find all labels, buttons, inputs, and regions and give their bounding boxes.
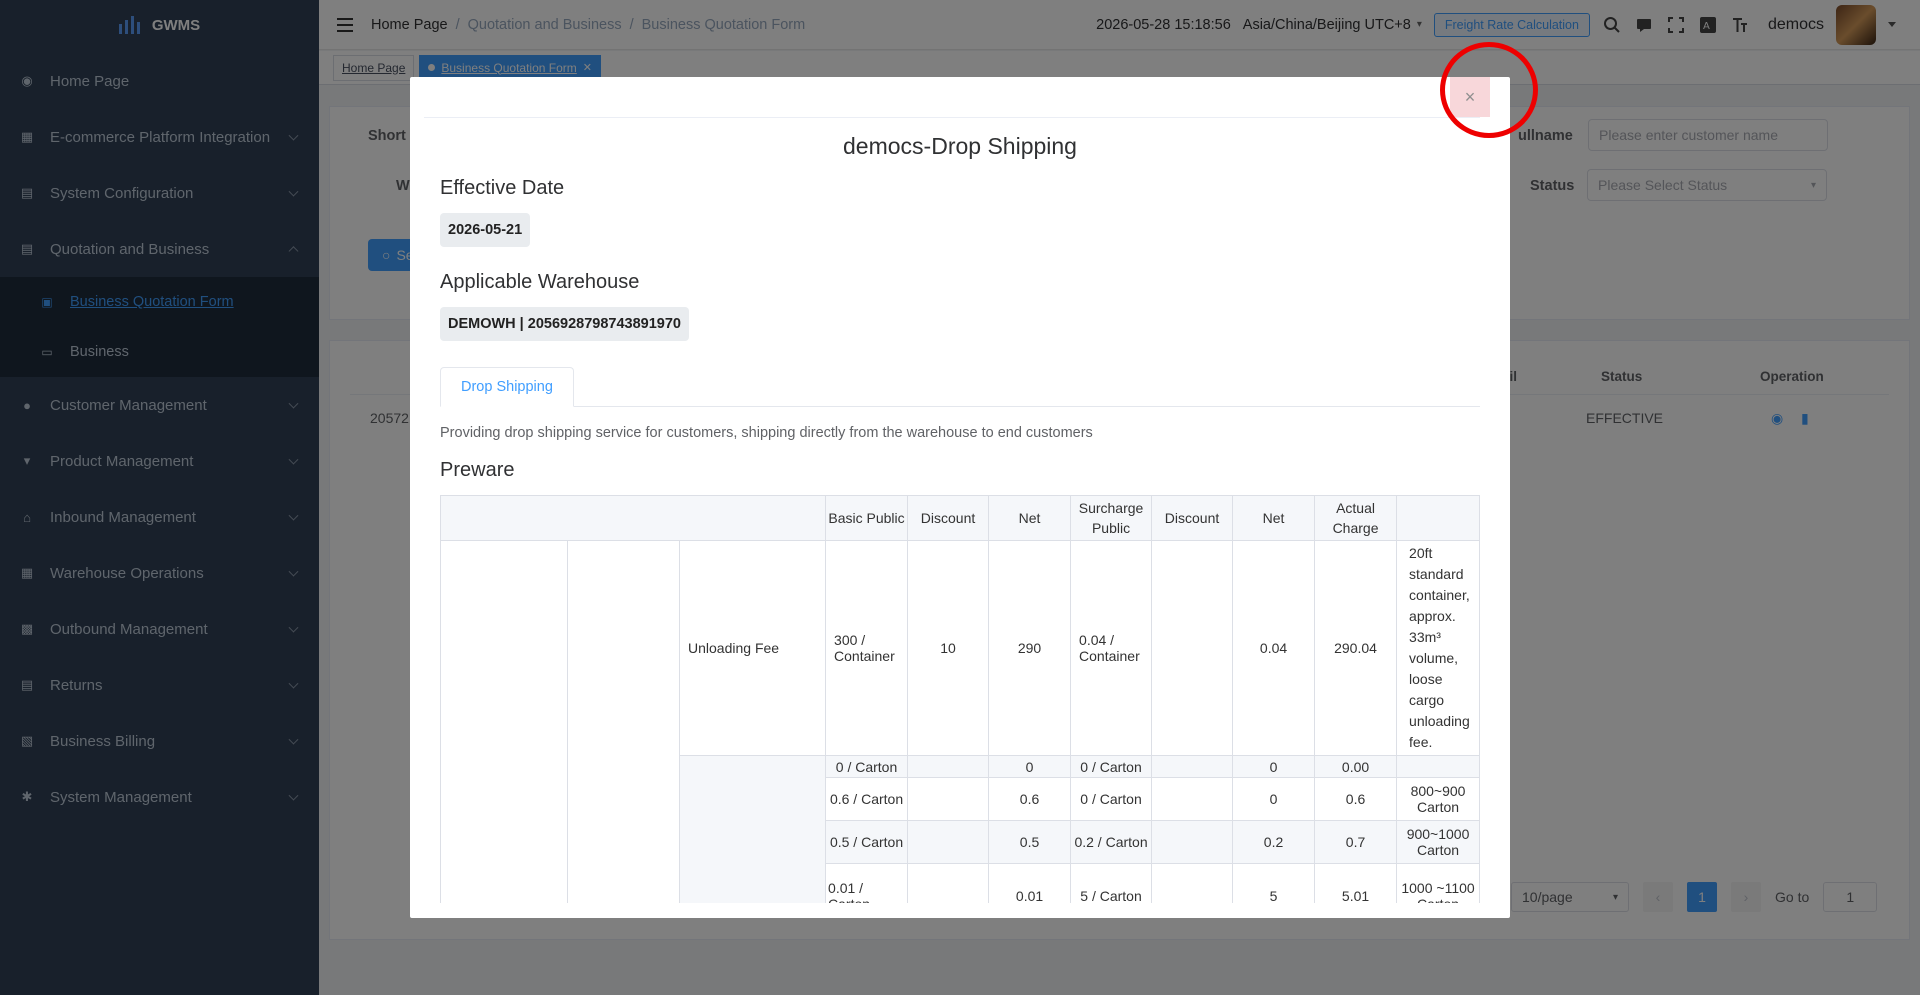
header-net: Net bbox=[988, 495, 1072, 541]
quotation-table: Basic Public Discount Net Surcharge Publ… bbox=[440, 495, 1480, 903]
close-button[interactable]: × bbox=[1450, 77, 1490, 117]
basic-public: 0.01 / Carton bbox=[825, 863, 909, 903]
fee-name-cell bbox=[678, 755, 827, 903]
net: 0.01 bbox=[988, 863, 1072, 903]
header-note bbox=[1396, 495, 1480, 541]
note bbox=[1396, 755, 1480, 778]
table-header-row: Basic Public Discount Net Surcharge Publ… bbox=[440, 495, 1480, 541]
net: 0 bbox=[988, 755, 1072, 778]
tab-drop-shipping[interactable]: Drop Shipping bbox=[440, 367, 574, 407]
header-surcharge-public: Surcharge Public bbox=[1070, 495, 1153, 541]
surcharge-public: 0 / Carton bbox=[1070, 755, 1153, 778]
category-cell bbox=[567, 540, 680, 903]
service-description: Providing drop shipping service for cust… bbox=[440, 425, 1093, 441]
surcharge-net: 0 bbox=[1232, 777, 1316, 821]
surcharge-public: 0.04 / Container bbox=[1070, 540, 1153, 756]
surcharge-discount bbox=[1151, 777, 1234, 821]
close-icon: × bbox=[1464, 86, 1476, 107]
basic-public: 0.6 / Carton bbox=[825, 777, 909, 821]
effective-date-label: Effective Date bbox=[440, 177, 565, 199]
surcharge-public: 0 / Carton bbox=[1070, 777, 1153, 821]
net: 0.5 bbox=[988, 820, 1072, 864]
net: 290 bbox=[988, 540, 1072, 756]
table-row: Unloading Fee 300 / Container 10 290 0.0… bbox=[440, 540, 1480, 903]
note: 20ft standard container, approx. 33m³ vo… bbox=[1396, 540, 1480, 756]
discount bbox=[907, 863, 990, 903]
header-surcharge-discount: Discount bbox=[1151, 495, 1234, 541]
header-blank bbox=[440, 495, 827, 541]
fee-name: Unloading Fee bbox=[678, 540, 827, 756]
surcharge-discount bbox=[1151, 820, 1234, 864]
discount bbox=[907, 820, 990, 864]
surcharge-discount bbox=[1151, 755, 1234, 778]
quotation-dialog: × democs-Drop Shipping Effective Date 20… bbox=[410, 77, 1510, 918]
effective-date-value: 2026-05-21 bbox=[440, 213, 531, 247]
basic-public: 0 / Carton bbox=[825, 755, 909, 778]
discount bbox=[907, 755, 990, 778]
discount: 10 bbox=[907, 540, 990, 756]
header-actual-charge: Actual Charge bbox=[1314, 495, 1398, 541]
actual-charge: 0.7 bbox=[1314, 820, 1398, 864]
surcharge-public: 0.2 / Carton bbox=[1070, 820, 1153, 864]
surcharge-net: 5 bbox=[1232, 863, 1316, 903]
surcharge-discount bbox=[1151, 863, 1234, 903]
header-discount: Discount bbox=[907, 495, 990, 541]
actual-charge: 0.6 bbox=[1314, 777, 1398, 821]
actual-charge: 290.04 bbox=[1314, 540, 1398, 756]
actual-charge: 0.00 bbox=[1314, 755, 1398, 778]
basic-public: 0.5 / Carton bbox=[825, 820, 909, 864]
note: 1000 ~1100 Carton bbox=[1396, 863, 1480, 903]
surcharge-net: 0.2 bbox=[1232, 820, 1316, 864]
dialog-title: democs-Drop Shipping bbox=[843, 133, 1077, 159]
actual-charge: 5.01 bbox=[1314, 863, 1398, 903]
net: 0.6 bbox=[988, 777, 1072, 821]
warehouse-value: DEMOWH | 2056928798743891970 bbox=[440, 307, 689, 341]
section-title-preware: Preware bbox=[440, 459, 515, 481]
header-basic-public: Basic Public bbox=[825, 495, 909, 541]
header-surcharge-net: Net bbox=[1232, 495, 1316, 541]
group-cell bbox=[440, 540, 568, 903]
note: 800~900 Carton bbox=[1396, 777, 1480, 821]
dialog-body: democs-Drop Shipping Effective Date 2026… bbox=[440, 117, 1480, 903]
surcharge-net: 0 bbox=[1232, 755, 1316, 778]
basic-public: 300 / Container bbox=[825, 540, 909, 756]
tabs: Drop Shipping bbox=[440, 367, 1480, 407]
note: 900~1000 Carton bbox=[1396, 820, 1480, 864]
surcharge-net: 0.04 bbox=[1232, 540, 1316, 756]
warehouse-label: Applicable Warehouse bbox=[440, 271, 640, 293]
discount bbox=[907, 777, 990, 821]
surcharge-public: 5 / Carton bbox=[1070, 863, 1153, 903]
surcharge-discount bbox=[1151, 540, 1234, 756]
